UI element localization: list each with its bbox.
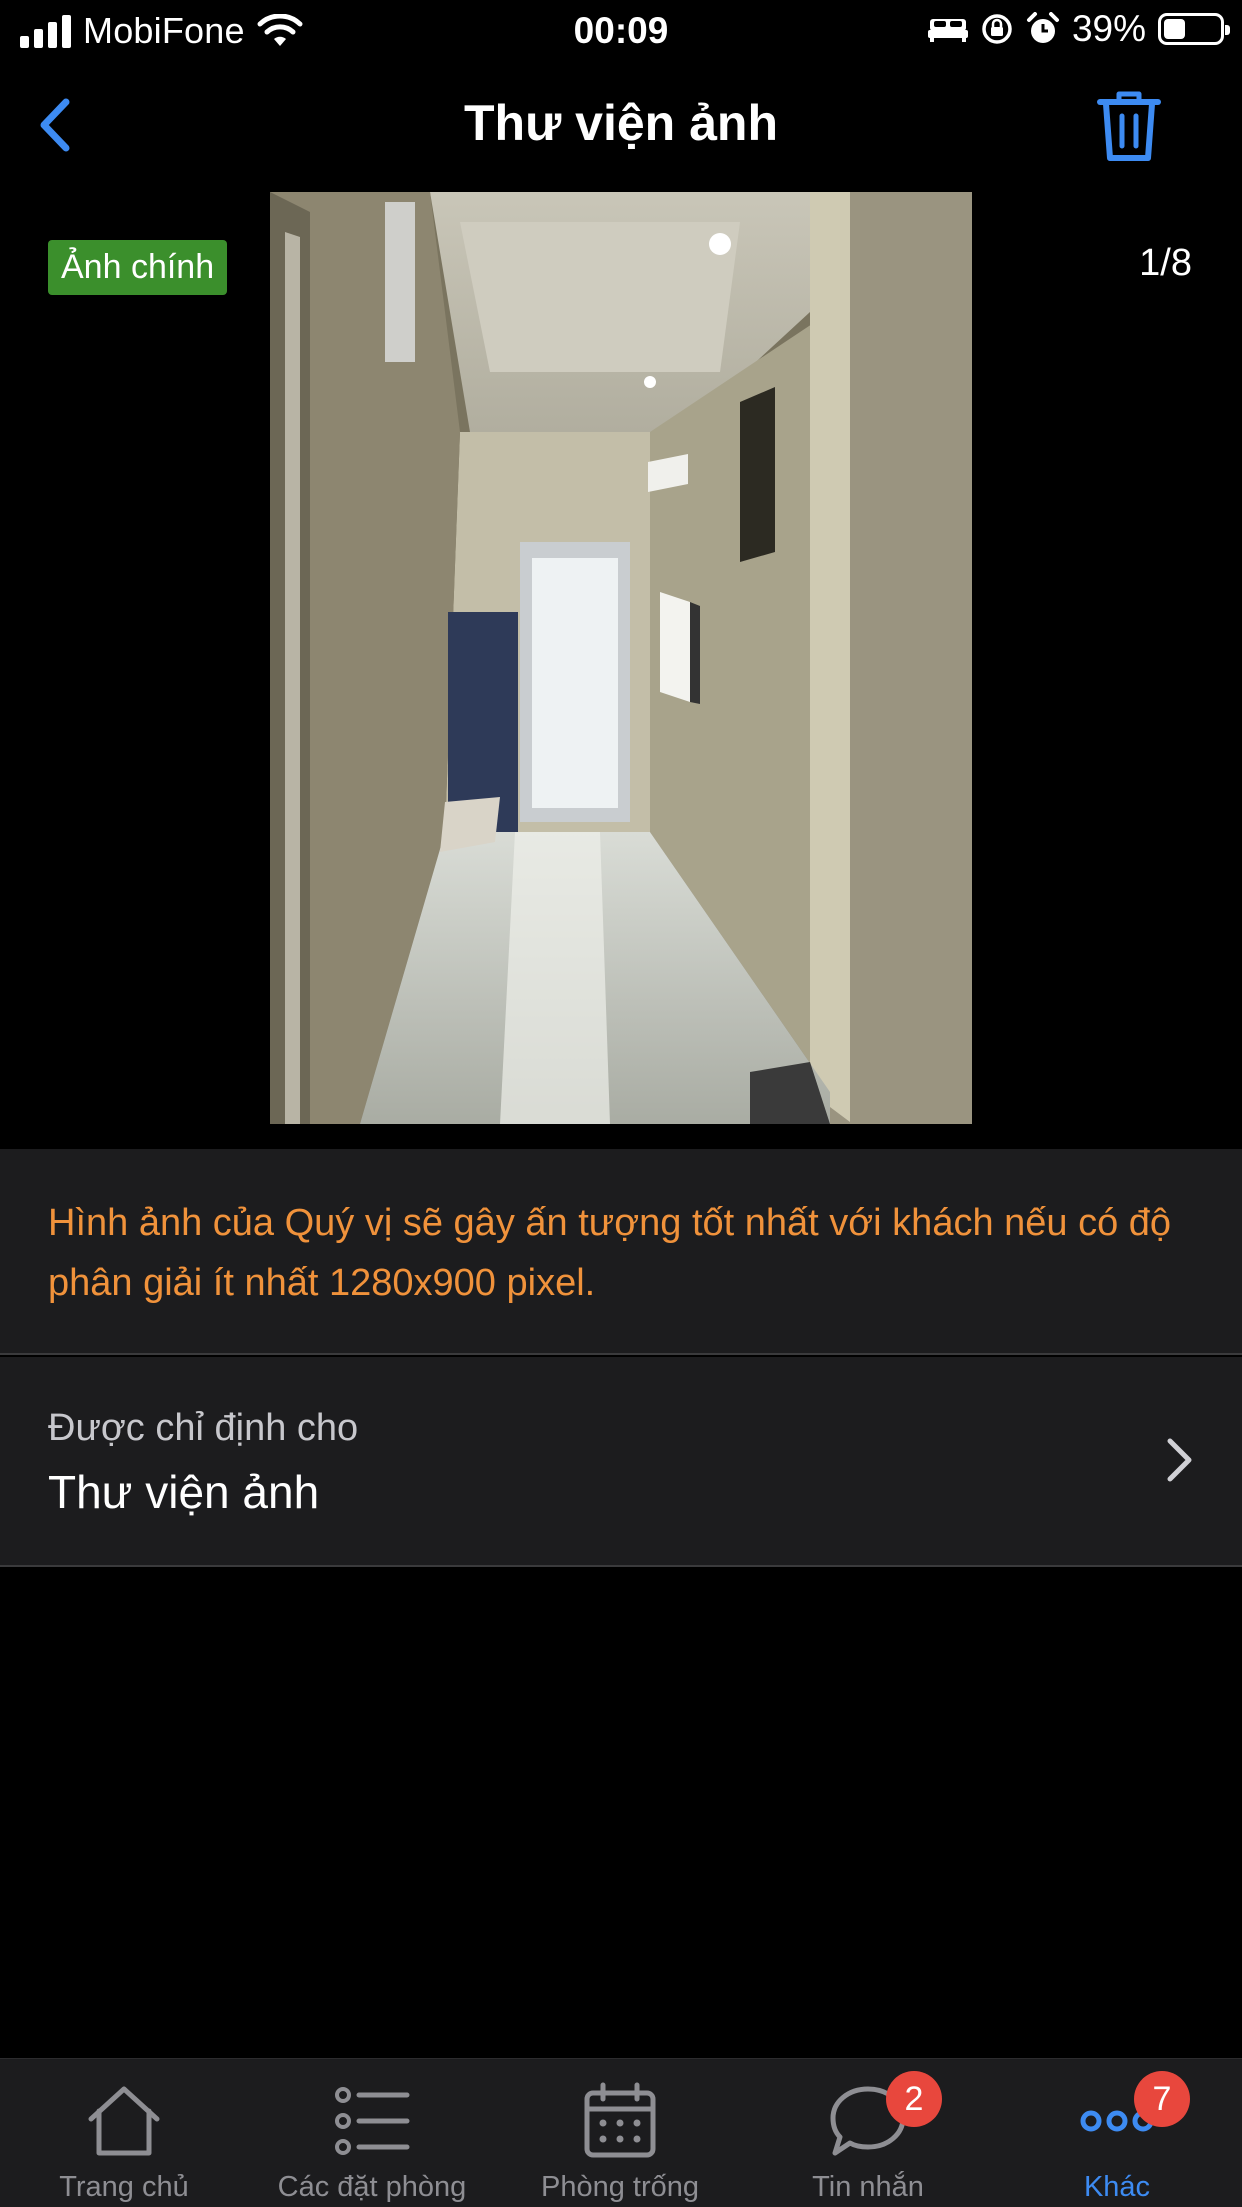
resolution-hint: Hình ảnh của Quý vị sẽ gây ấn tượng tốt … — [0, 1149, 1242, 1355]
battery-percentage: 39% — [1071, 8, 1146, 49]
tab-bookings[interactable]: Các đặt phòng — [248, 2059, 496, 2207]
status-right: 39% — [927, 8, 1230, 50]
calendar-icon — [584, 2082, 656, 2158]
room-photo-image — [270, 192, 972, 1124]
navigation-bar: Thư viện ảnh — [0, 70, 1242, 185]
photo-counter: 1/8 — [1139, 242, 1192, 284]
tab-bar: Trang chủ Các đặt phòng Phòng trống Tin … — [0, 2058, 1242, 2207]
home-icon — [88, 2086, 160, 2156]
tab-bookings-label: Các đặt phòng — [277, 2171, 467, 2203]
bed-icon — [927, 19, 968, 42]
trash-icon — [1097, 91, 1161, 161]
page-title: Thư viện ảnh — [463, 95, 778, 151]
alarm-icon — [1026, 12, 1059, 43]
messages-badge: 2 — [886, 2071, 942, 2127]
battery-icon — [1158, 13, 1230, 45]
tab-messages[interactable]: Tin nhắn 2 — [744, 2059, 992, 2207]
assigned-to-label: Được chỉ định cho — [48, 1407, 359, 1449]
room-photo[interactable] — [270, 192, 972, 1124]
delete-photo-button[interactable] — [1094, 88, 1164, 164]
photo-viewer[interactable]: Ảnh chính 1/8 — [0, 192, 1242, 1124]
list-icon — [335, 2087, 410, 2155]
tab-messages-label: Tin nhắn — [812, 2171, 924, 2203]
tab-home[interactable]: Trang chủ — [0, 2059, 248, 2207]
resolution-hint-text: Hình ảnh của Quý vị sẽ gây ấn tượng tốt … — [48, 1202, 1172, 1304]
battery-fill — [1164, 19, 1186, 39]
rotation-lock-icon — [982, 14, 1012, 44]
tab-home-label: Trang chủ — [59, 2171, 189, 2203]
tab-availability[interactable]: Phòng trống — [496, 2059, 744, 2207]
tab-more[interactable]: Khác 7 — [992, 2059, 1242, 2207]
tab-more-label: Khác — [1083, 2171, 1151, 2203]
chevron-right-icon — [1167, 1438, 1192, 1482]
assigned-to-row[interactable]: Được chỉ định cho Thư viện ảnh — [0, 1357, 1242, 1567]
status-bar: MobiFone 00:09 39% — [0, 0, 1242, 62]
assigned-to-value: Thư viện ảnh — [48, 1466, 320, 1518]
main-photo-badge: Ảnh chính — [48, 240, 228, 295]
screen: MobiFone 00:09 39% Thư viện ảnh Ảnh chín… — [0, 0, 1242, 2207]
more-badge: 7 — [1134, 2071, 1190, 2127]
tab-availability-label: Phòng trống — [540, 2171, 699, 2203]
